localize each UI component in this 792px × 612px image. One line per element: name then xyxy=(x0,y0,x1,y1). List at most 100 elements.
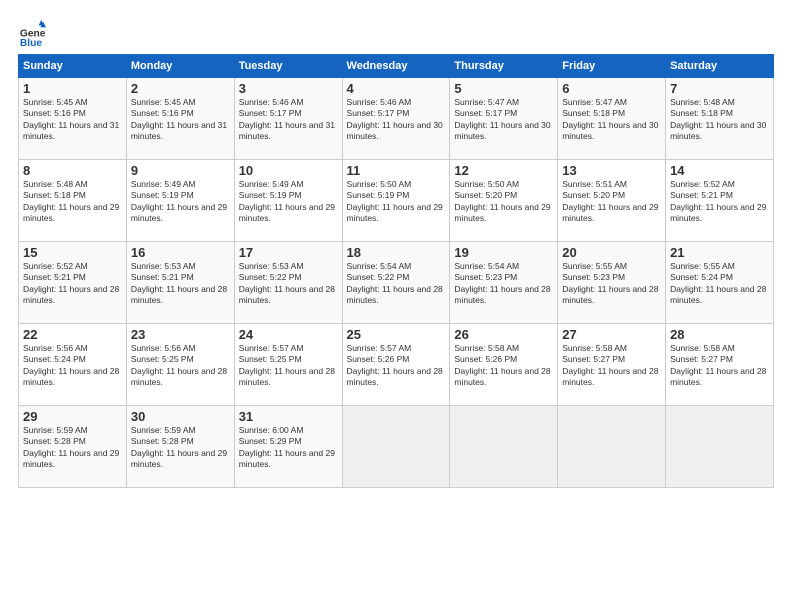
header-day-thursday: Thursday xyxy=(450,55,558,78)
day-cell-7: 7Sunrise: 5:48 AMSunset: 5:18 PMDaylight… xyxy=(666,78,774,160)
day-info: Sunrise: 5:57 AMSunset: 5:26 PMDaylight:… xyxy=(347,343,443,387)
header-day-sunday: Sunday xyxy=(19,55,127,78)
day-info: Sunrise: 5:58 AMSunset: 5:27 PMDaylight:… xyxy=(670,343,766,387)
day-number: 11 xyxy=(347,163,446,178)
day-cell-13: 13Sunrise: 5:51 AMSunset: 5:20 PMDayligh… xyxy=(558,160,666,242)
empty-cell xyxy=(450,406,558,488)
day-number: 12 xyxy=(454,163,553,178)
day-cell-1: 1Sunrise: 5:45 AMSunset: 5:16 PMDaylight… xyxy=(19,78,127,160)
day-info: Sunrise: 5:47 AMSunset: 5:17 PMDaylight:… xyxy=(454,97,550,141)
day-number: 15 xyxy=(23,245,122,260)
day-number: 10 xyxy=(239,163,338,178)
day-cell-5: 5Sunrise: 5:47 AMSunset: 5:17 PMDaylight… xyxy=(450,78,558,160)
day-number: 24 xyxy=(239,327,338,342)
day-number: 3 xyxy=(239,81,338,96)
day-cell-31: 31Sunrise: 6:00 AMSunset: 5:29 PMDayligh… xyxy=(234,406,342,488)
day-info: Sunrise: 5:56 AMSunset: 5:24 PMDaylight:… xyxy=(23,343,119,387)
day-info: Sunrise: 5:56 AMSunset: 5:25 PMDaylight:… xyxy=(131,343,227,387)
day-number: 29 xyxy=(23,409,122,424)
day-number: 31 xyxy=(239,409,338,424)
day-number: 17 xyxy=(239,245,338,260)
day-info: Sunrise: 5:53 AMSunset: 5:21 PMDaylight:… xyxy=(131,261,227,305)
day-cell-18: 18Sunrise: 5:54 AMSunset: 5:22 PMDayligh… xyxy=(342,242,450,324)
day-number: 4 xyxy=(347,81,446,96)
day-cell-15: 15Sunrise: 5:52 AMSunset: 5:21 PMDayligh… xyxy=(19,242,127,324)
day-number: 26 xyxy=(454,327,553,342)
day-cell-27: 27Sunrise: 5:58 AMSunset: 5:27 PMDayligh… xyxy=(558,324,666,406)
day-info: Sunrise: 5:52 AMSunset: 5:21 PMDaylight:… xyxy=(670,179,766,223)
day-info: Sunrise: 5:48 AMSunset: 5:18 PMDaylight:… xyxy=(670,97,766,141)
day-info: Sunrise: 5:58 AMSunset: 5:27 PMDaylight:… xyxy=(562,343,658,387)
day-info: Sunrise: 5:53 AMSunset: 5:22 PMDaylight:… xyxy=(239,261,335,305)
calendar-body: 1Sunrise: 5:45 AMSunset: 5:16 PMDaylight… xyxy=(19,78,774,488)
day-info: Sunrise: 5:49 AMSunset: 5:19 PMDaylight:… xyxy=(239,179,335,223)
day-cell-19: 19Sunrise: 5:54 AMSunset: 5:23 PMDayligh… xyxy=(450,242,558,324)
day-number: 21 xyxy=(670,245,769,260)
day-info: Sunrise: 5:46 AMSunset: 5:17 PMDaylight:… xyxy=(347,97,443,141)
day-info: Sunrise: 6:00 AMSunset: 5:29 PMDaylight:… xyxy=(239,425,335,469)
header-day-wednesday: Wednesday xyxy=(342,55,450,78)
day-info: Sunrise: 5:59 AMSunset: 5:28 PMDaylight:… xyxy=(23,425,119,469)
day-cell-22: 22Sunrise: 5:56 AMSunset: 5:24 PMDayligh… xyxy=(19,324,127,406)
day-cell-23: 23Sunrise: 5:56 AMSunset: 5:25 PMDayligh… xyxy=(126,324,234,406)
day-info: Sunrise: 5:59 AMSunset: 5:28 PMDaylight:… xyxy=(131,425,227,469)
day-number: 28 xyxy=(670,327,769,342)
logo-icon: General Blue xyxy=(18,18,46,46)
day-number: 9 xyxy=(131,163,230,178)
day-info: Sunrise: 5:58 AMSunset: 5:26 PMDaylight:… xyxy=(454,343,550,387)
day-number: 6 xyxy=(562,81,661,96)
day-number: 27 xyxy=(562,327,661,342)
day-info: Sunrise: 5:57 AMSunset: 5:25 PMDaylight:… xyxy=(239,343,335,387)
day-info: Sunrise: 5:50 AMSunset: 5:20 PMDaylight:… xyxy=(454,179,550,223)
day-info: Sunrise: 5:51 AMSunset: 5:20 PMDaylight:… xyxy=(562,179,658,223)
day-cell-4: 4Sunrise: 5:46 AMSunset: 5:17 PMDaylight… xyxy=(342,78,450,160)
empty-cell xyxy=(558,406,666,488)
day-cell-6: 6Sunrise: 5:47 AMSunset: 5:18 PMDaylight… xyxy=(558,78,666,160)
day-number: 2 xyxy=(131,81,230,96)
day-number: 13 xyxy=(562,163,661,178)
day-info: Sunrise: 5:48 AMSunset: 5:18 PMDaylight:… xyxy=(23,179,119,223)
empty-cell xyxy=(342,406,450,488)
week-row-2: 8Sunrise: 5:48 AMSunset: 5:18 PMDaylight… xyxy=(19,160,774,242)
day-cell-3: 3Sunrise: 5:46 AMSunset: 5:17 PMDaylight… xyxy=(234,78,342,160)
day-number: 7 xyxy=(670,81,769,96)
day-info: Sunrise: 5:45 AMSunset: 5:16 PMDaylight:… xyxy=(131,97,227,141)
day-info: Sunrise: 5:45 AMSunset: 5:16 PMDaylight:… xyxy=(23,97,119,141)
day-info: Sunrise: 5:50 AMSunset: 5:19 PMDaylight:… xyxy=(347,179,443,223)
day-number: 1 xyxy=(23,81,122,96)
day-cell-12: 12Sunrise: 5:50 AMSunset: 5:20 PMDayligh… xyxy=(450,160,558,242)
day-info: Sunrise: 5:55 AMSunset: 5:24 PMDaylight:… xyxy=(670,261,766,305)
day-cell-30: 30Sunrise: 5:59 AMSunset: 5:28 PMDayligh… xyxy=(126,406,234,488)
day-info: Sunrise: 5:52 AMSunset: 5:21 PMDaylight:… xyxy=(23,261,119,305)
day-cell-8: 8Sunrise: 5:48 AMSunset: 5:18 PMDaylight… xyxy=(19,160,127,242)
day-cell-29: 29Sunrise: 5:59 AMSunset: 5:28 PMDayligh… xyxy=(19,406,127,488)
empty-cell xyxy=(666,406,774,488)
calendar-header-row: SundayMondayTuesdayWednesdayThursdayFrid… xyxy=(19,55,774,78)
day-cell-21: 21Sunrise: 5:55 AMSunset: 5:24 PMDayligh… xyxy=(666,242,774,324)
logo: General Blue xyxy=(18,18,50,46)
day-number: 30 xyxy=(131,409,230,424)
day-cell-2: 2Sunrise: 5:45 AMSunset: 5:16 PMDaylight… xyxy=(126,78,234,160)
day-number: 8 xyxy=(23,163,122,178)
page: General Blue SundayMondayTuesdayWednesda… xyxy=(0,0,792,612)
header-day-saturday: Saturday xyxy=(666,55,774,78)
day-info: Sunrise: 5:55 AMSunset: 5:23 PMDaylight:… xyxy=(562,261,658,305)
week-row-4: 22Sunrise: 5:56 AMSunset: 5:24 PMDayligh… xyxy=(19,324,774,406)
week-row-1: 1Sunrise: 5:45 AMSunset: 5:16 PMDaylight… xyxy=(19,78,774,160)
day-cell-17: 17Sunrise: 5:53 AMSunset: 5:22 PMDayligh… xyxy=(234,242,342,324)
day-number: 20 xyxy=(562,245,661,260)
day-number: 19 xyxy=(454,245,553,260)
day-number: 25 xyxy=(347,327,446,342)
day-number: 16 xyxy=(131,245,230,260)
day-cell-10: 10Sunrise: 5:49 AMSunset: 5:19 PMDayligh… xyxy=(234,160,342,242)
day-number: 5 xyxy=(454,81,553,96)
day-cell-28: 28Sunrise: 5:58 AMSunset: 5:27 PMDayligh… xyxy=(666,324,774,406)
day-cell-14: 14Sunrise: 5:52 AMSunset: 5:21 PMDayligh… xyxy=(666,160,774,242)
header: General Blue xyxy=(18,18,774,46)
week-row-5: 29Sunrise: 5:59 AMSunset: 5:28 PMDayligh… xyxy=(19,406,774,488)
day-cell-26: 26Sunrise: 5:58 AMSunset: 5:26 PMDayligh… xyxy=(450,324,558,406)
day-number: 14 xyxy=(670,163,769,178)
day-cell-11: 11Sunrise: 5:50 AMSunset: 5:19 PMDayligh… xyxy=(342,160,450,242)
header-day-tuesday: Tuesday xyxy=(234,55,342,78)
svg-text:Blue: Blue xyxy=(20,38,43,46)
